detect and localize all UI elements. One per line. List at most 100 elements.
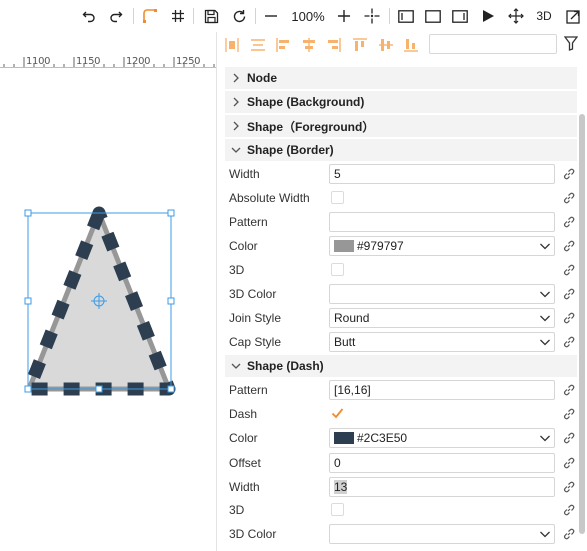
section-node[interactable]: Node	[225, 67, 577, 89]
align-vcenter-icon[interactable]	[378, 37, 394, 53]
section-title: Shape（Foreground）	[247, 119, 375, 134]
prop-label: Width	[229, 167, 260, 181]
refresh-button[interactable]	[229, 4, 249, 28]
section-title: Shape (Dash)	[247, 359, 324, 373]
section-background[interactable]: Shape (Background)	[225, 91, 577, 113]
edit-points-button[interactable]	[140, 4, 160, 28]
zoom-out-button[interactable]	[262, 4, 280, 28]
color-value: #2C3E50	[357, 431, 408, 445]
prop-label: Dash	[229, 407, 258, 421]
absolute-width-checkbox[interactable]	[331, 191, 344, 204]
toolbar-separator	[133, 8, 134, 24]
redo-button[interactable]	[107, 4, 125, 28]
play-button[interactable]	[478, 4, 498, 28]
link-icon[interactable]	[562, 456, 576, 470]
dash-width-input[interactable]: 13	[329, 477, 555, 497]
selected-text: 13	[334, 480, 348, 494]
border-pattern-input[interactable]	[329, 212, 555, 232]
prop-border-color: Color #979797	[225, 235, 579, 257]
prop-label: Join Style	[229, 311, 282, 325]
dash-3d-color-select[interactable]	[329, 524, 555, 544]
section-dash[interactable]: Shape (Dash)	[225, 355, 577, 377]
link-icon[interactable]	[562, 527, 576, 541]
link-icon[interactable]	[562, 287, 576, 301]
prop-label: Color	[229, 431, 258, 445]
border-width-input[interactable]: 5	[329, 164, 555, 184]
fit-content-button[interactable]	[423, 4, 443, 28]
link-icon[interactable]	[562, 311, 576, 325]
prop-label: 3D Color	[229, 527, 277, 541]
color-value: #979797	[357, 239, 404, 253]
save-button[interactable]	[201, 4, 221, 28]
border-color-select[interactable]: #979797	[329, 236, 555, 256]
link-icon[interactable]	[562, 431, 576, 445]
move-button[interactable]	[506, 4, 526, 28]
frame-left-icon	[398, 9, 414, 23]
zoom-in-button[interactable]	[335, 4, 353, 28]
chevron-down-icon	[225, 361, 247, 371]
section-border[interactable]: Shape (Border)	[225, 139, 577, 161]
prop-label: 3D Color	[229, 287, 277, 301]
prop-label: Cap Style	[229, 335, 282, 349]
refresh-icon	[233, 9, 245, 22]
link-icon[interactable]	[562, 239, 576, 253]
link-icon[interactable]	[562, 480, 576, 494]
align-bottom-icon[interactable]	[403, 37, 419, 53]
dash-offset-input[interactable]: 0	[329, 453, 555, 473]
diagram-canvas[interactable]: 1100 1150 1200 1250	[0, 32, 216, 551]
prop-label: Offset	[229, 456, 261, 470]
dash-3d-checkbox[interactable]	[331, 503, 344, 516]
panel-scrollbar[interactable]	[579, 114, 585, 534]
prop-label: Absolute Width	[229, 191, 310, 205]
prop-label: Pattern	[229, 383, 268, 397]
undo-icon	[82, 11, 95, 23]
prop-label: 3D	[229, 263, 245, 277]
center-view-button[interactable]	[362, 4, 382, 28]
property-search-input[interactable]	[429, 34, 557, 54]
prop-label: Pattern	[229, 215, 268, 229]
color-swatch	[334, 432, 354, 444]
chevron-down-icon	[540, 339, 550, 346]
align-hcenter-icon[interactable]	[301, 37, 317, 53]
zoom-level[interactable]: 100%	[289, 4, 327, 28]
save-icon	[204, 9, 218, 23]
export-button[interactable]	[563, 4, 583, 28]
border-3d-color-select[interactable]	[329, 284, 555, 304]
align-top-left-icon[interactable]	[275, 37, 291, 53]
border-3d-checkbox[interactable]	[331, 263, 344, 276]
align-left-icon[interactable]	[224, 37, 240, 53]
link-icon[interactable]	[562, 215, 576, 229]
link-icon[interactable]	[562, 191, 576, 205]
link-icon[interactable]	[562, 407, 576, 421]
chevron-down-icon	[540, 435, 550, 442]
section-title: Node	[247, 71, 277, 85]
select-value: Butt	[334, 335, 356, 349]
undo-button[interactable]	[80, 4, 98, 28]
link-icon[interactable]	[562, 167, 576, 181]
align-center-icon[interactable]	[250, 37, 266, 53]
link-icon[interactable]	[562, 335, 576, 349]
dash-color-select[interactable]: #2C3E50	[329, 428, 555, 448]
link-icon[interactable]	[562, 263, 576, 277]
fit-width-button[interactable]	[396, 4, 416, 28]
export-icon	[565, 9, 580, 24]
cap-style-select[interactable]: Butt	[329, 332, 555, 352]
align-top-icon[interactable]	[352, 37, 368, 53]
grid-button[interactable]	[168, 4, 188, 28]
dash-pattern-input[interactable]: [16,16]	[329, 380, 555, 400]
align-right-icon[interactable]	[326, 37, 342, 53]
link-icon[interactable]	[562, 383, 576, 397]
link-icon[interactable]	[562, 503, 576, 517]
prop-dash-pattern: Pattern [16,16]	[225, 379, 579, 401]
section-foreground[interactable]: Shape（Foreground）	[225, 115, 577, 137]
3d-button[interactable]: 3D	[533, 4, 555, 28]
minus-icon	[265, 15, 277, 17]
prop-border-pattern: Pattern	[225, 211, 579, 233]
fit-selection-button[interactable]	[450, 4, 470, 28]
dash-checkbox-checked-icon[interactable]	[331, 407, 344, 420]
redo-icon	[110, 11, 123, 23]
prop-label: 3D	[229, 503, 245, 517]
filter-icon[interactable]	[564, 36, 578, 51]
join-style-select[interactable]: Round	[329, 308, 555, 328]
plus-icon	[338, 10, 350, 22]
